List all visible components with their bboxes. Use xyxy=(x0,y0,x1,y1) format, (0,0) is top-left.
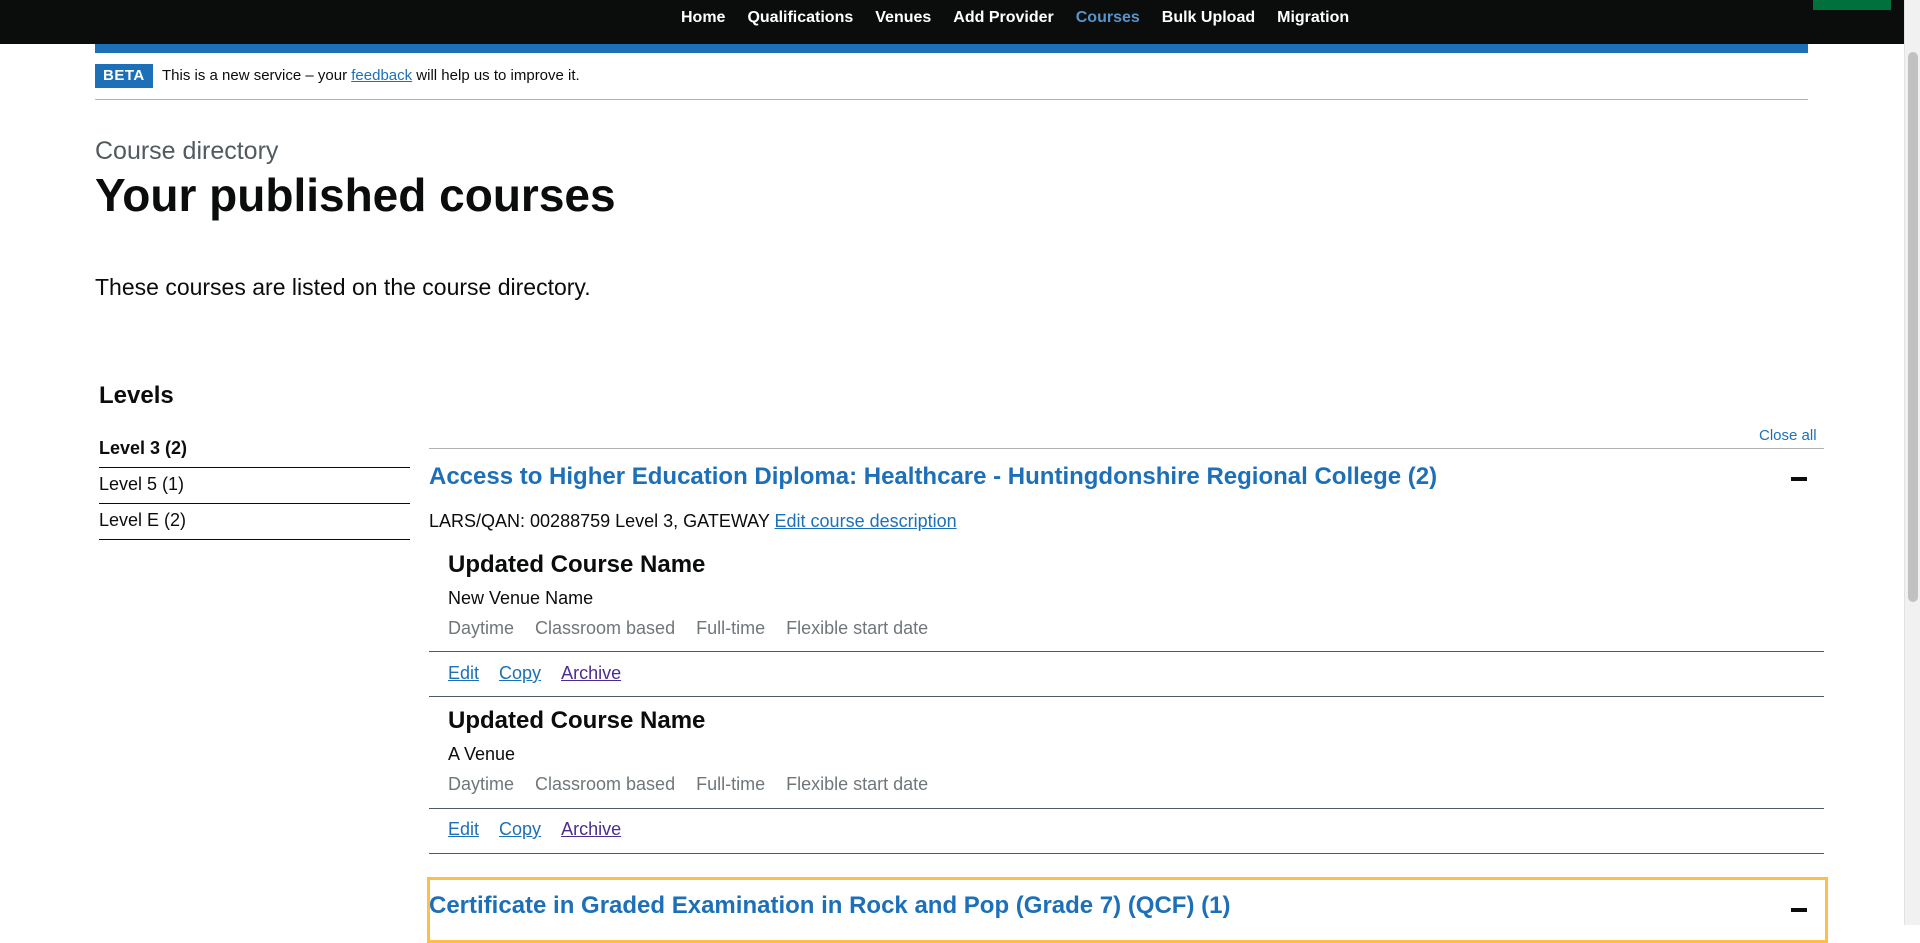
top-navigation: Home Qualifications Venues Add Provider … xyxy=(681,8,1371,28)
edit-link[interactable]: Edit xyxy=(448,819,479,839)
course-attributes: Daytime Classroom based Full-time Flexible … xyxy=(448,774,949,795)
header-blue-band xyxy=(95,44,1808,53)
page-scrollbar[interactable] xyxy=(1904,0,1920,925)
course-venue: New Venue Name xyxy=(448,588,594,608)
accordion-top-divider xyxy=(429,448,1824,449)
close-all-button[interactable]: Close all xyxy=(1759,427,1817,444)
study-mode: Full-time xyxy=(696,618,766,638)
attendance-pattern: Daytime xyxy=(448,618,515,638)
start-date: Flexible start date xyxy=(786,774,929,794)
course-divider xyxy=(429,808,1824,809)
course-attributes: Daytime Classroom based Full-time Flexible … xyxy=(448,618,949,639)
level-item-5[interactable]: Level 5 (1) xyxy=(99,468,410,504)
scrollbar-thumb[interactable] xyxy=(1908,52,1918,602)
minus-icon[interactable] xyxy=(1791,908,1807,912)
edit-course-description-link[interactable]: Edit course description xyxy=(775,511,957,531)
attendance-pattern: Daytime xyxy=(448,774,515,794)
beta-text-after: will help us to improve it. xyxy=(412,67,580,84)
accordion-section-title[interactable]: Certificate in Graded Examination in Roc… xyxy=(429,892,1230,920)
copy-link[interactable]: Copy xyxy=(499,819,541,839)
beta-text-before: This is a new service – your xyxy=(162,67,352,84)
course-name: Updated Course Name xyxy=(448,551,706,578)
archive-link[interactable]: Archive xyxy=(561,819,621,839)
levels-heading: Levels xyxy=(99,382,174,409)
copy-link[interactable]: Copy xyxy=(499,663,541,683)
minus-icon[interactable] xyxy=(1791,477,1807,481)
nav-venues[interactable]: Venues xyxy=(875,8,931,28)
delivery-mode: Classroom based xyxy=(535,774,676,794)
course-actions: Edit Copy Archive xyxy=(448,663,641,684)
page-caption: Course directory xyxy=(95,137,279,165)
start-date: Flexible start date xyxy=(786,618,929,638)
course-divider xyxy=(429,651,1824,652)
course-venue: A Venue xyxy=(448,744,516,764)
accordion-section-title[interactable]: Access to Higher Education Diploma: Heal… xyxy=(429,463,1437,491)
lars-text: LARS/QAN: 00288759 Level 3, GATEWAY xyxy=(429,511,770,531)
nav-add-provider[interactable]: Add Provider xyxy=(953,8,1053,28)
nav-migration[interactable]: Migration xyxy=(1277,8,1349,28)
course-divider xyxy=(429,853,1824,854)
study-mode: Full-time xyxy=(696,774,766,794)
nav-courses[interactable]: Courses xyxy=(1076,8,1140,28)
course-actions: Edit Copy Archive xyxy=(448,819,641,840)
edit-link[interactable]: Edit xyxy=(448,663,479,683)
page-title: Your published courses xyxy=(95,169,616,221)
delivery-mode: Classroom based xyxy=(535,618,676,638)
nav-bulk-upload[interactable]: Bulk Upload xyxy=(1162,8,1255,28)
course-name: Updated Course Name xyxy=(448,707,706,734)
header-action-button[interactable] xyxy=(1813,0,1891,10)
level-item-3[interactable]: Level 3 (2) xyxy=(99,432,410,468)
feedback-link[interactable]: feedback xyxy=(351,67,412,84)
archive-link[interactable]: Archive xyxy=(561,663,621,683)
levels-list: Level 3 (2) Level 5 (1) Level E (2) xyxy=(99,432,410,540)
header-bar: Home Qualifications Venues Add Provider … xyxy=(0,0,1904,44)
nav-qualifications[interactable]: Qualifications xyxy=(747,8,853,28)
beta-tag: BETA xyxy=(95,64,153,88)
level-item-e[interactable]: Level E (2) xyxy=(99,504,410,540)
page-lede: These courses are listed on the course d… xyxy=(95,274,591,300)
course-divider xyxy=(429,696,1824,697)
lars-info: LARS/QAN: 00288759 Level 3, GATEWAY Edit… xyxy=(429,511,957,532)
phase-banner: BETA This is a new service – your feedba… xyxy=(95,64,1808,100)
beta-message: This is a new service – your feedback wi… xyxy=(162,67,580,85)
nav-home[interactable]: Home xyxy=(681,8,725,28)
